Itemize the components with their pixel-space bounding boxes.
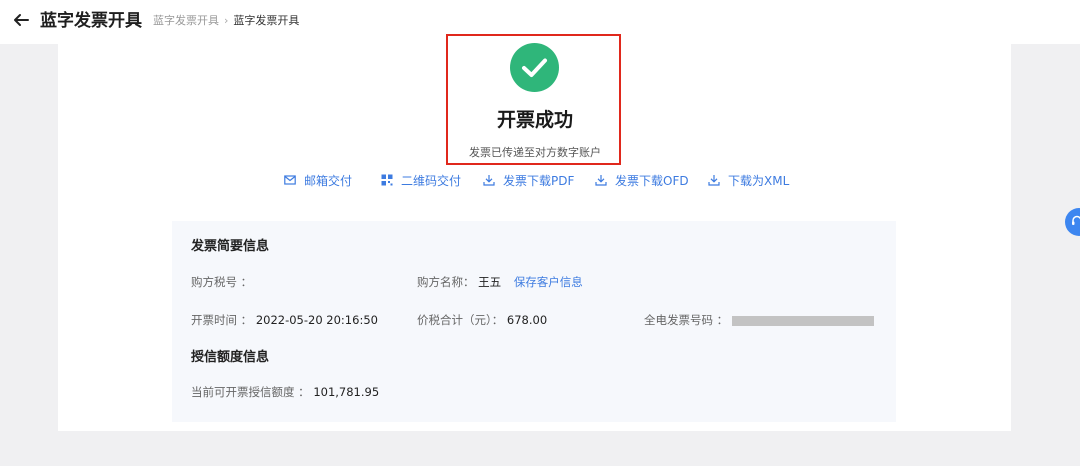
buyer-name-value: 王五: [478, 275, 502, 289]
credit-available-label: 当前可开票授信额度 ：: [191, 385, 310, 399]
download-icon: [483, 175, 495, 186]
invoice-number-label: 全电发票号码 ：: [644, 313, 729, 327]
download-pdf-button[interactable]: 发票下载PDF: [483, 171, 574, 189]
invoice-number-redacted: [732, 315, 875, 326]
download-icon: [595, 175, 607, 186]
qrcode-icon: [381, 174, 393, 186]
buyer-tax-label: 购方税号 ：: [191, 275, 253, 289]
breadcrumb-item-parent[interactable]: 蓝字发票开具: [153, 14, 219, 27]
credit-section-title: 授信额度信息: [191, 350, 270, 365]
credit-available-field: 当前可开票授信额度 ： 101,781.95: [191, 384, 379, 400]
summary-section-title: 发票简要信息: [191, 239, 270, 254]
qrcode-delivery-label: 二维码交付: [401, 173, 462, 188]
email-delivery-label: 邮箱交付: [304, 173, 353, 188]
back-arrow-icon[interactable]: [11, 10, 31, 30]
save-customer-link[interactable]: 保存客户信息: [514, 275, 583, 289]
delivery-actions: 邮箱交付 二维码交付 发票下载PDF 发票下载OFD 下载为XML: [0, 171, 1080, 189]
email-delivery-button[interactable]: 邮箱交付: [284, 171, 352, 189]
total-amount-field: 价税合计（元）： 678.00: [417, 312, 547, 328]
issue-time-label: 开票时间 ：: [191, 313, 253, 327]
qrcode-delivery-button[interactable]: 二维码交付: [381, 171, 461, 189]
credit-available-value: 101,781.95: [313, 385, 380, 399]
download-pdf-label: 发票下载PDF: [503, 173, 575, 188]
total-amount-value: 678.00: [506, 313, 548, 327]
download-ofd-label: 发票下载OFD: [615, 173, 689, 188]
floating-support-button[interactable]: [1065, 208, 1080, 236]
highlight-annotation-box: [446, 34, 621, 165]
download-ofd-button[interactable]: 发票下载OFD: [595, 171, 689, 189]
mail-icon: [284, 175, 296, 185]
invoice-info-panel: 发票简要信息 购方税号 ： 购方名称： 王五 保存客户信息 开票时间 ： 202…: [172, 221, 896, 422]
invoice-number-field: 全电发票号码 ：: [644, 312, 875, 328]
buyer-tax-field: 购方税号 ：: [191, 274, 252, 290]
breadcrumb-item-current: 蓝字发票开具: [233, 14, 300, 27]
buyer-name-field: 购方名称： 王五 保存客户信息: [417, 274, 583, 290]
breadcrumb-separator-icon: ›: [224, 14, 229, 27]
breadcrumb: 蓝字发票开具 › 蓝字发票开具: [153, 13, 299, 29]
download-xml-label: 下载为XML: [728, 173, 790, 188]
download-xml-button[interactable]: 下载为XML: [708, 171, 789, 189]
buyer-name-label: 购方名称：: [417, 275, 475, 289]
page-title: 蓝字发票开具: [40, 11, 142, 31]
total-amount-label: 价税合计（元）：: [417, 313, 504, 327]
headset-icon: [1072, 215, 1080, 225]
issue-time-field: 开票时间 ： 2022-05-20 20:16:50: [191, 312, 378, 328]
download-icon: [708, 175, 720, 186]
issue-time-value: 2022-05-20 20:16:50: [255, 313, 378, 327]
